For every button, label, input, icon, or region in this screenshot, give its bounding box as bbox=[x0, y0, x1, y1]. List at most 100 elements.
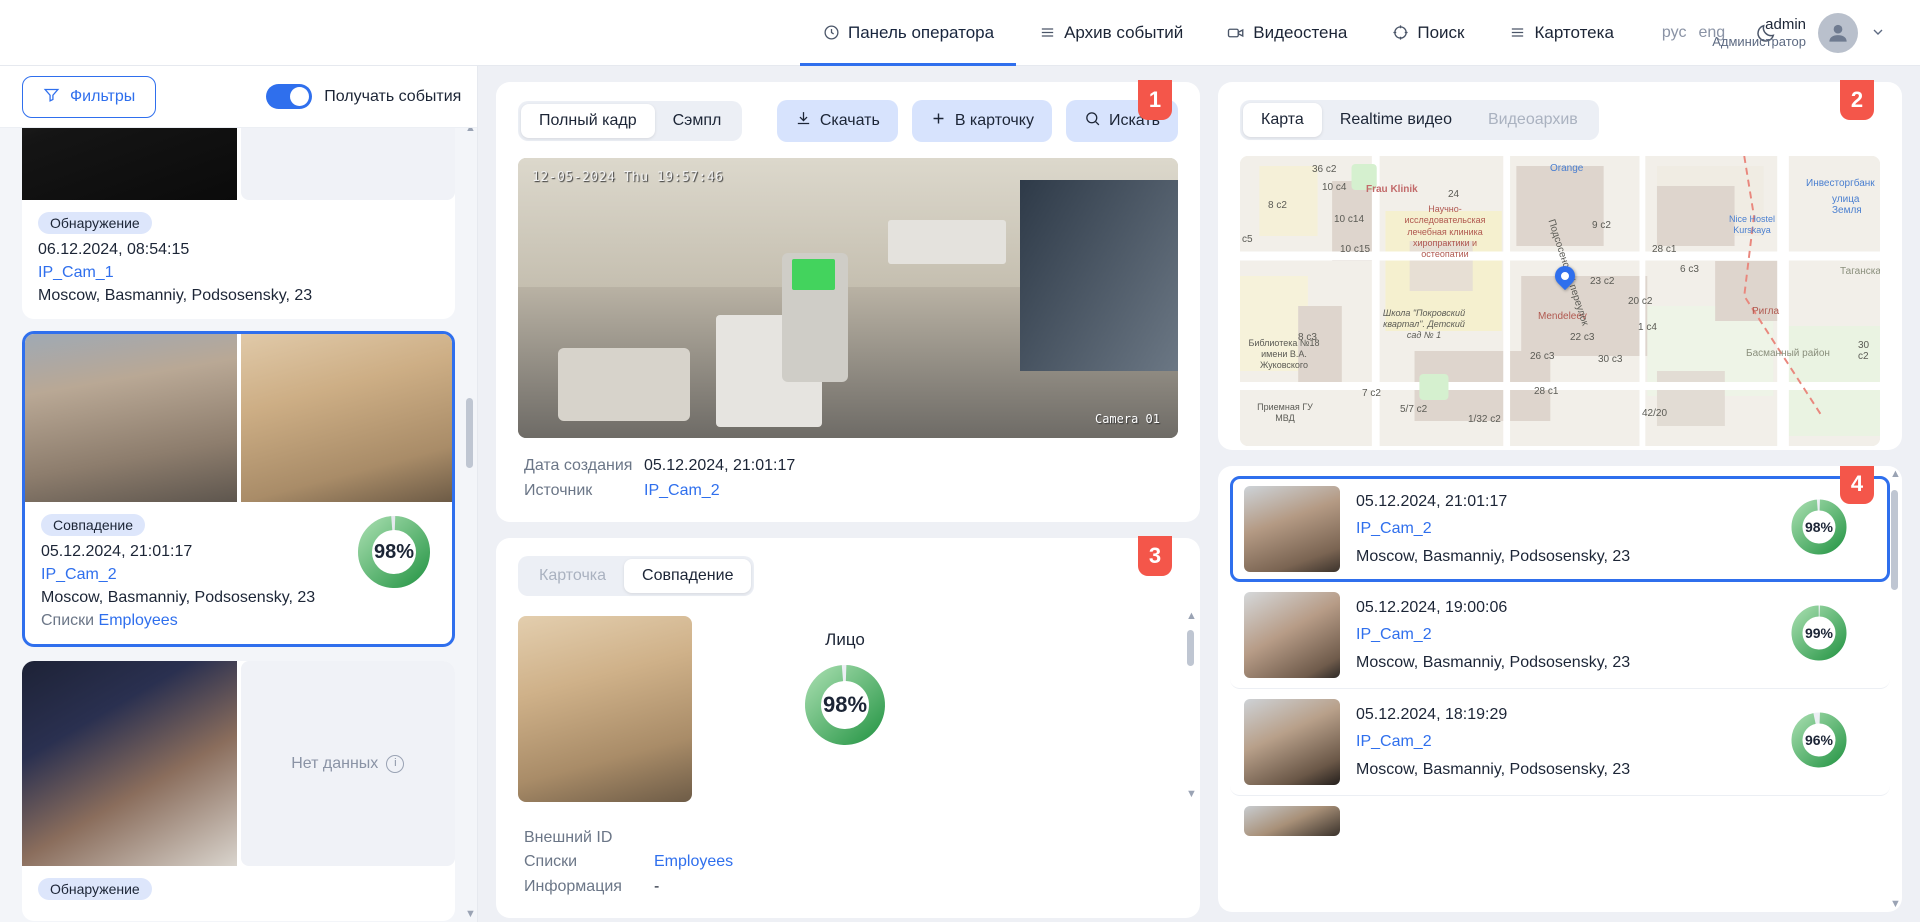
event-card[interactable]: Нет данных i Обнаружение bbox=[22, 661, 455, 921]
filters-button[interactable]: Фильтры bbox=[22, 75, 157, 118]
add-to-card-button[interactable]: В карточку bbox=[911, 100, 1052, 142]
match-score-value: 96% bbox=[1804, 731, 1834, 748]
video-frame[interactable]: 12-05-2024 Thu 19:57:46 Camera 01 bbox=[518, 158, 1178, 438]
map-panel: 2 Карта Realtime видео Видеоархив Frau K… bbox=[1218, 80, 1902, 450]
receive-events-label: Получать события bbox=[324, 87, 462, 105]
user-menu[interactable]: admin Администратор bbox=[1712, 0, 1886, 66]
tab-card[interactable]: Карточка bbox=[521, 559, 624, 593]
card-metadata: Внешний ID Списки Employees Информация - bbox=[496, 802, 1200, 918]
download-button[interactable]: Скачать bbox=[776, 100, 898, 142]
tab-sample[interactable]: Сэмпл bbox=[655, 104, 740, 138]
match-thumbnail bbox=[1244, 486, 1340, 572]
filter-icon bbox=[43, 86, 60, 108]
match-camera-link[interactable]: IP_Cam_2 bbox=[1356, 728, 1774, 755]
frame-panel: 1 Полный кадр Сэмпл Скачать В карточку И… bbox=[496, 80, 1200, 522]
sidebar-scrollbar[interactable]: ▲ ▼ bbox=[465, 128, 476, 922]
event-thumbnail-detection bbox=[25, 334, 237, 502]
face-score-block: Лицо 98% bbox=[692, 616, 998, 802]
meta-key: Внешний ID bbox=[524, 828, 613, 846]
tab-video-archive[interactable]: Видеоархив bbox=[1470, 103, 1596, 137]
info-icon[interactable]: i bbox=[386, 754, 405, 773]
matches-panel: 4 05.12.2024, 21:01:17 IP_Cam_2 Moscow, … bbox=[1218, 466, 1902, 912]
events-list[interactable]: Обнаружение 06.12.2024, 08:54:15 IP_Cam_… bbox=[0, 128, 477, 922]
card-tabs-toolbar: Карточка Совпадение bbox=[496, 538, 1200, 608]
event-no-match-placeholder: Нет данных i bbox=[240, 661, 455, 866]
chevron-down-icon[interactable] bbox=[1870, 24, 1886, 43]
target-icon bbox=[1391, 24, 1409, 42]
meta-value: 05.12.2024, 21:01:17 bbox=[644, 457, 796, 474]
card-scrollbar[interactable]: ▲ ▼ bbox=[1186, 610, 1197, 800]
main-navigation: Панель оператора Архив событий Видеостен… bbox=[800, 0, 1636, 66]
scrollbar-thumb[interactable] bbox=[1891, 490, 1898, 590]
scroll-up-arrow[interactable]: ▲ bbox=[1186, 610, 1197, 622]
event-card[interactable]: Обнаружение 06.12.2024, 08:54:15 IP_Cam_… bbox=[22, 128, 455, 319]
tab-realtime-video[interactable]: Realtime видео bbox=[1322, 103, 1470, 137]
match-score-value: 98% bbox=[1804, 518, 1834, 535]
panel-number-badge: 2 bbox=[1840, 80, 1874, 120]
frame-toolbar: Полный кадр Сэмпл Скачать В карточку Иск… bbox=[496, 82, 1200, 154]
match-score-donut: 96% bbox=[1790, 711, 1848, 774]
scroll-down-arrow[interactable]: ▼ bbox=[465, 908, 476, 920]
match-camera-link[interactable]: IP_Cam_2 bbox=[1356, 515, 1774, 542]
scroll-down-arrow[interactable]: ▼ bbox=[1186, 788, 1197, 800]
match-thumbnail bbox=[1244, 699, 1340, 785]
match-row[interactable]: 05.12.2024, 18:19:29 IP_Cam_2 Moscow, Ba… bbox=[1230, 689, 1890, 796]
match-address: Moscow, Basmanniy, Podsosensky, 23 bbox=[1356, 547, 1631, 565]
scroll-down-arrow[interactable]: ▼ bbox=[1890, 898, 1901, 910]
event-thumbnails bbox=[22, 128, 455, 200]
status-badge: Совпадение bbox=[41, 514, 145, 536]
center-column: 1 Полный кадр Сэмпл Скачать В карточку И… bbox=[496, 80, 1200, 918]
search-icon bbox=[1084, 110, 1101, 132]
tab-full-frame[interactable]: Полный кадр bbox=[521, 104, 655, 138]
receive-events-toggle[interactable] bbox=[266, 84, 313, 109]
meta-row: Внешний ID bbox=[524, 826, 1178, 851]
match-thumbnail bbox=[1244, 806, 1340, 836]
event-camera-link[interactable]: IP_Cam_1 bbox=[38, 264, 439, 282]
nav-item-video-wall[interactable]: Видеостена bbox=[1205, 0, 1369, 66]
map-tabs: Карта Realtime видео Видеоархив bbox=[1240, 100, 1599, 140]
match-row[interactable]: 05.12.2024, 19:00:06 IP_Cam_2 Moscow, Ba… bbox=[1230, 582, 1890, 689]
match-thumbnail bbox=[1244, 592, 1340, 678]
match-score-donut: 98% bbox=[1790, 498, 1848, 561]
user-text: admin Администратор bbox=[1712, 16, 1806, 51]
nav-item-event-archive[interactable]: Архив событий bbox=[1016, 0, 1205, 66]
event-thumbnail-detection bbox=[22, 661, 237, 866]
plus-icon bbox=[930, 110, 947, 132]
matches-scrollbar[interactable]: ▲ ▼ bbox=[1890, 468, 1901, 910]
nav-label: Видеостена bbox=[1253, 22, 1348, 42]
video-timestamp-overlay: 12-05-2024 Thu 19:57:46 bbox=[532, 170, 724, 185]
lang-ru[interactable]: рус bbox=[1662, 24, 1687, 42]
tab-map[interactable]: Карта bbox=[1243, 103, 1322, 137]
event-no-match-placeholder bbox=[240, 128, 455, 200]
event-thumbnails: Нет данных i bbox=[22, 661, 455, 866]
event-lists-value[interactable]: Employees bbox=[99, 612, 178, 629]
match-address: Moscow, Basmanniy, Podsosensky, 23 bbox=[1356, 653, 1631, 671]
avatar[interactable] bbox=[1818, 13, 1858, 53]
nav-item-search[interactable]: Поиск bbox=[1369, 0, 1486, 66]
match-score-value: 99% bbox=[1804, 624, 1834, 641]
meta-value-camera-link[interactable]: IP_Cam_2 bbox=[644, 479, 720, 504]
meta-value-list-link[interactable]: Employees bbox=[654, 850, 733, 875]
match-camera-link[interactable]: IP_Cam_2 bbox=[1356, 621, 1774, 648]
scroll-up-arrow[interactable]: ▲ bbox=[465, 128, 476, 134]
scrollbar-thumb[interactable] bbox=[466, 398, 473, 468]
event-lists-label: Списки bbox=[41, 612, 95, 629]
event-lists: Списки Employees bbox=[41, 612, 436, 630]
receive-events-toggle-wrap: Получать события bbox=[266, 84, 461, 109]
match-row[interactable] bbox=[1230, 796, 1890, 846]
nav-item-operator-panel[interactable]: Панель оператора bbox=[800, 0, 1017, 66]
match-time: 05.12.2024, 18:19:29 bbox=[1356, 706, 1508, 724]
match-time: 05.12.2024, 21:01:17 bbox=[1356, 493, 1508, 511]
main-content: 1 Полный кадр Сэмпл Скачать В карточку И… bbox=[478, 66, 1920, 922]
scroll-up-arrow[interactable]: ▲ bbox=[1890, 468, 1901, 480]
video-camera-overlay: Camera 01 bbox=[1094, 412, 1160, 426]
nav-item-card-index[interactable]: Картотека bbox=[1486, 0, 1635, 66]
match-row-selected[interactable]: 05.12.2024, 21:01:17 IP_Cam_2 Moscow, Ba… bbox=[1230, 476, 1890, 582]
sidebar-toolbar: Фильтры Получать события bbox=[0, 66, 477, 128]
scrollbar-thumb[interactable] bbox=[1187, 629, 1194, 666]
nav-label: Панель оператора bbox=[848, 22, 995, 42]
event-card-selected[interactable]: Совпадение 05.12.2024, 21:01:17 IP_Cam_2… bbox=[22, 331, 455, 647]
map-view[interactable]: Frau Klinik Orange 10 c4 10 c14 10 c15 8… bbox=[1240, 156, 1880, 446]
tab-match[interactable]: Совпадение bbox=[624, 558, 752, 593]
frame-metadata: Дата создания 05.12.2024, 21:01:17 Источ… bbox=[496, 438, 1200, 522]
